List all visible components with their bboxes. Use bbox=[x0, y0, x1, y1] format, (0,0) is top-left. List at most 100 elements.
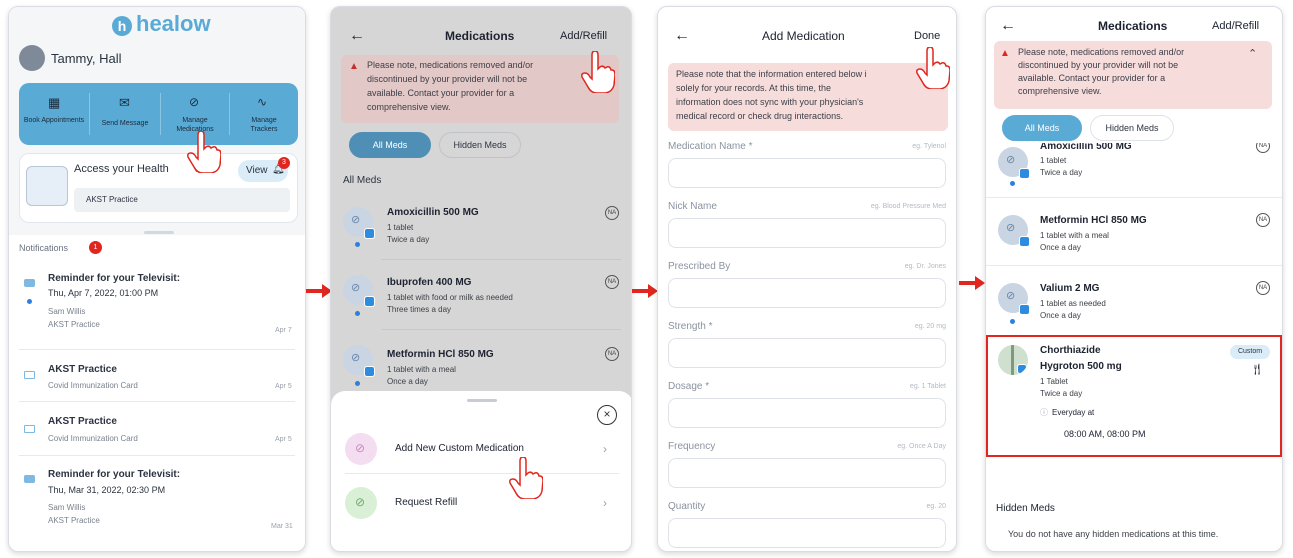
notification-item[interactable]: Reminder for your Televisit: Thu, Mar 31… bbox=[9, 459, 305, 539]
notice-line: Please note that the information entered… bbox=[676, 69, 867, 79]
envelope-icon bbox=[24, 425, 35, 433]
tab-hidden-meds[interactable]: Hidden Meds bbox=[1090, 115, 1174, 141]
notification-badge: 3 bbox=[278, 157, 290, 169]
medication-row[interactable]: ⊘ Metformin HCl 850 MG 1 tablet with a m… bbox=[331, 333, 631, 391]
user-name: Tammy, Hall bbox=[51, 51, 122, 66]
folder-icon bbox=[26, 166, 68, 206]
medication-row[interactable]: ⊘ Metformin HCl 850 MG 1 tablet with a m… bbox=[986, 201, 1282, 263]
divider bbox=[381, 259, 621, 260]
medication-row[interactable]: ⊘ Amoxicillin 500 MG 1 tablet Twice a da… bbox=[986, 143, 1282, 195]
medication-frequency: Once a day bbox=[387, 377, 428, 386]
refill-icon: ⊘ bbox=[345, 487, 377, 519]
tap-hand-icon bbox=[187, 131, 221, 173]
add-custom-medication-option[interactable]: ⊘ Add New Custom Medication › bbox=[331, 429, 631, 471]
view-button[interactable]: View 🔔︎ 3 bbox=[238, 157, 290, 182]
medication-icon: ⊘ bbox=[343, 275, 375, 307]
nick-name-field[interactable] bbox=[668, 218, 946, 248]
quantity-hint: eg. 20 bbox=[926, 503, 946, 510]
manage-trackers-label: Manage Trackers bbox=[250, 117, 278, 133]
medication-row[interactable]: ⊘ Ibuprofen 400 MG 1 tablet with food or… bbox=[331, 263, 631, 325]
option-label: Request Refill bbox=[395, 497, 458, 508]
bottom-sheet: × ⊘ Add New Custom Medication › ⊘ Reques… bbox=[331, 391, 631, 551]
drag-handle[interactable] bbox=[467, 399, 497, 402]
option-label: Add New Custom Medication bbox=[395, 443, 524, 454]
drag-handle[interactable] bbox=[144, 231, 174, 234]
quantity-field[interactable] bbox=[668, 518, 946, 548]
notice-line: discontinued by your provider will not b… bbox=[367, 74, 528, 84]
info-icon: ⓘ bbox=[1040, 408, 1048, 417]
medication-dose: 1 tablet bbox=[1040, 156, 1067, 165]
schedule-times: 08:00 AM, 08:00 PM bbox=[1064, 429, 1146, 439]
status-dot bbox=[1010, 181, 1015, 186]
medication-icon: ⊘ bbox=[343, 345, 375, 377]
medication-row[interactable]: ⊘ Amoxicillin 500 MG 1 tablet Twice a da… bbox=[331, 195, 631, 257]
notice-line: comprehensive view. bbox=[367, 102, 451, 112]
dosage-field[interactable] bbox=[668, 398, 946, 428]
notification-item[interactable]: AKST Practice Covid Immunization Card Ap… bbox=[9, 405, 305, 447]
close-icon[interactable]: × bbox=[597, 405, 617, 425]
notifications-count-badge: 1 bbox=[89, 241, 102, 254]
na-badge: NA bbox=[605, 275, 619, 289]
divider bbox=[381, 329, 621, 330]
tab-hidden-meds[interactable]: Hidden Meds bbox=[439, 132, 521, 158]
medication-name-field[interactable] bbox=[668, 158, 946, 188]
request-refill-option[interactable]: ⊘ Request Refill › bbox=[331, 483, 631, 525]
medication-name: Ibuprofen 400 MG bbox=[387, 277, 472, 288]
back-arrow-icon[interactable]: ← bbox=[1000, 17, 1016, 35]
notification-provider: Sam Willis bbox=[48, 503, 86, 512]
notification-date: Apr 5 bbox=[275, 383, 292, 390]
flow-arrow-icon bbox=[959, 276, 985, 290]
add-refill-button[interactable]: Add/Refill bbox=[1212, 20, 1259, 32]
notification-item[interactable]: AKST Practice Covid Immunization Card Ap… bbox=[9, 355, 305, 397]
medication-icon: ⊘ bbox=[998, 283, 1030, 315]
back-arrow-icon[interactable]: ← bbox=[349, 27, 365, 45]
add-medication-screen: ← Add Medication Done Please note that t… bbox=[657, 6, 957, 552]
dosage-label: Dosage * bbox=[668, 381, 710, 392]
notifications-label: Notifications bbox=[19, 243, 69, 253]
tab-all-meds[interactable]: All Meds bbox=[349, 132, 431, 158]
done-button[interactable]: Done bbox=[914, 30, 940, 42]
notification-practice: AKST Practice bbox=[48, 320, 100, 329]
medication-row[interactable]: ⊘ Valium 2 MG 1 tablet as needed Once a … bbox=[986, 269, 1282, 333]
notification-date: Apr 7 bbox=[275, 327, 292, 334]
medication-brand: Hygroton 500 mg bbox=[1040, 361, 1122, 372]
prescribed-by-field[interactable] bbox=[668, 278, 946, 308]
notification-item[interactable]: Reminder for your Televisit: Thu, Apr 7,… bbox=[9, 267, 305, 349]
envelope-icon bbox=[24, 371, 35, 379]
medication-name: Metformin HCl 850 MG bbox=[1040, 215, 1147, 226]
medication-icon: ⊘ bbox=[998, 215, 1030, 247]
video-icon bbox=[24, 279, 35, 287]
health-records-card[interactable]: Access your Healthds View 🔔︎ 3 AKST Prac… bbox=[19, 153, 298, 223]
medication-name: Chorthiazide bbox=[1040, 345, 1101, 356]
notification-subtitle: Covid Immunization Card bbox=[48, 381, 138, 390]
flow-arrow-icon bbox=[306, 284, 332, 298]
logo-icon: h bbox=[112, 16, 132, 36]
tap-hand-icon bbox=[581, 51, 615, 93]
tap-hand-icon bbox=[509, 457, 543, 499]
manage-trackers-button[interactable]: ∿ Manage Trackers bbox=[230, 83, 298, 145]
notice-banner: Please note that the information entered… bbox=[668, 63, 948, 131]
book-appointments-button[interactable]: ▦ Book Appointments bbox=[19, 83, 89, 145]
custom-medication-card[interactable]: Chorthiazide Hygroton 500 mg 1 Tablet Tw… bbox=[986, 335, 1282, 457]
add-refill-button[interactable]: Add/Refill bbox=[560, 30, 607, 42]
prescribed-by-label: Prescribed By bbox=[668, 261, 731, 272]
medication-icon: ⊘ bbox=[343, 207, 375, 239]
medication-frequency: Three times a day bbox=[387, 305, 452, 314]
chevron-up-icon[interactable]: ⌃ bbox=[1248, 47, 1257, 60]
home-screen: h healow Tammy, Hall ▦ Book Appointments … bbox=[8, 6, 306, 552]
notification-title: AKST Practice bbox=[48, 416, 117, 427]
hidden-meds-empty-message: You do not have any hidden medications a… bbox=[1008, 529, 1219, 539]
strength-field[interactable] bbox=[668, 338, 946, 368]
notice-line: Please note, medications removed and/or bbox=[1018, 47, 1185, 57]
unread-dot bbox=[27, 299, 32, 304]
strength-label: Strength * bbox=[668, 321, 713, 332]
avatar[interactable] bbox=[19, 45, 45, 71]
send-message-button[interactable]: ✉ Send Message bbox=[90, 83, 160, 145]
nick-name-label: Nick Name bbox=[668, 201, 717, 212]
practice-chip[interactable]: AKST Practice bbox=[74, 188, 290, 212]
back-arrow-icon[interactable]: ← bbox=[674, 27, 690, 45]
tab-all-meds[interactable]: All Meds bbox=[1002, 115, 1082, 141]
frequency-field[interactable] bbox=[668, 458, 946, 488]
medication-dose: 1 tablet bbox=[387, 223, 414, 232]
divider bbox=[19, 401, 295, 402]
